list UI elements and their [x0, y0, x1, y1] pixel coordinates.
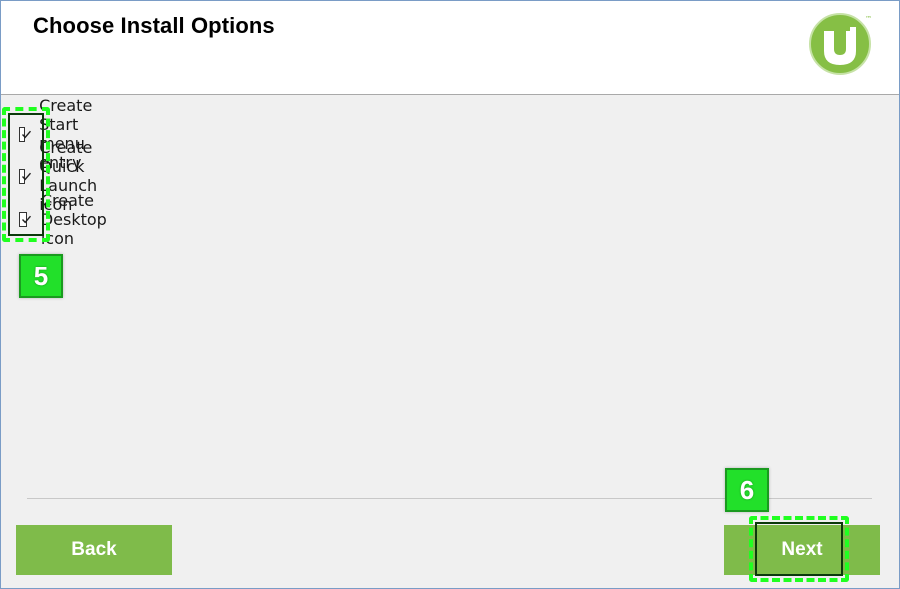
back-button[interactable]: Back	[16, 525, 172, 575]
step-5-badge: 5	[19, 254, 63, 298]
next-button-highlight	[749, 516, 849, 582]
utorrent-logo-icon: ™	[809, 13, 872, 75]
svg-text:™: ™	[865, 15, 872, 23]
page-title: Choose Install Options	[33, 13, 275, 38]
installer-window: Choose Install Options ™ Create Start me…	[0, 0, 900, 589]
installer-header: Choose Install Options ™	[1, 1, 899, 95]
step-6-badge: 6	[725, 468, 769, 512]
checkboxes-highlight	[2, 107, 50, 242]
option-label: Create Desktop icon	[40, 190, 107, 248]
